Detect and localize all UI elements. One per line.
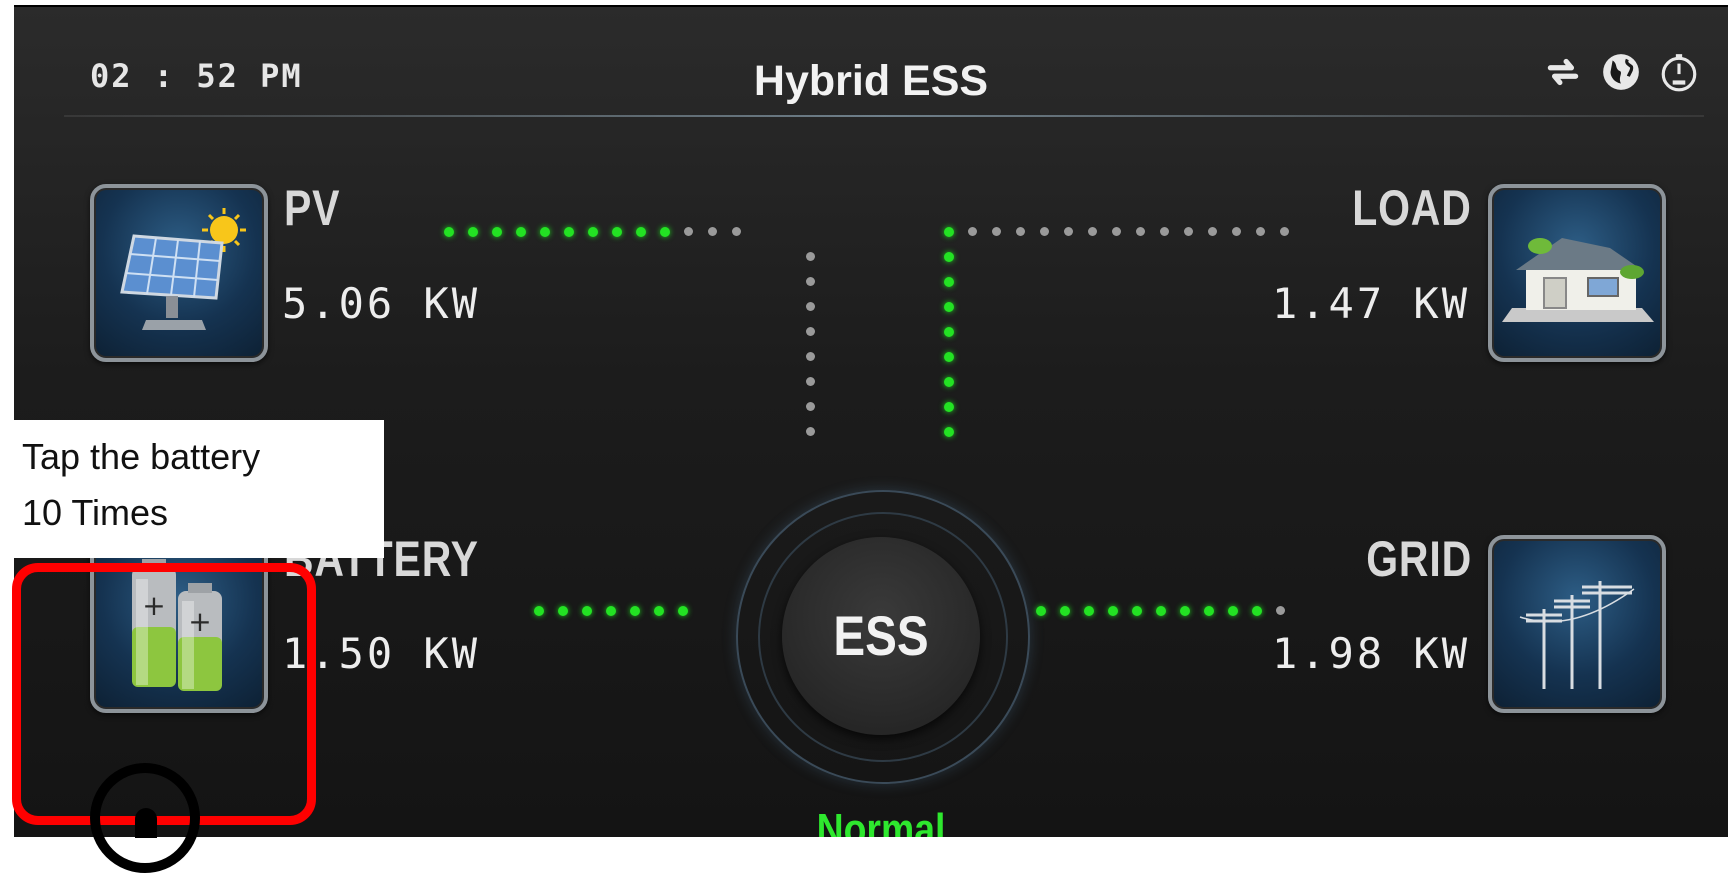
flow-dot: [1180, 606, 1190, 616]
instruction-line-1: Tap the battery: [22, 436, 261, 477]
pv-value: 5.06 KW: [282, 279, 481, 328]
solar-panel-icon: [120, 208, 246, 330]
flow-dot: [1088, 227, 1097, 236]
flow-dot: [1060, 606, 1070, 616]
flow-dot: [1112, 227, 1121, 236]
flow-dot: [1276, 606, 1285, 615]
load-label: LOAD: [1352, 180, 1472, 236]
flow-dot: [468, 227, 478, 237]
pv-label: PV: [284, 180, 341, 236]
flow-dot: [806, 427, 815, 436]
flow-dot: [944, 227, 954, 237]
flow-dot: [944, 402, 954, 412]
header-divider: [64, 115, 1704, 117]
tap-cursor-stem: [135, 808, 157, 838]
flow-dot: [684, 227, 693, 236]
flow-dot: [1040, 227, 1049, 236]
ess-label: ESS: [833, 604, 929, 667]
flow-dot: [1108, 606, 1118, 616]
flow-dot: [1156, 606, 1166, 616]
flow-dot: [1084, 606, 1094, 616]
flow-dot: [944, 427, 954, 437]
flow-dot: [1184, 227, 1193, 236]
flow-dot: [968, 227, 977, 236]
flow-dot: [582, 606, 592, 616]
flow-dot: [558, 606, 568, 616]
gauge-icon[interactable]: [1658, 51, 1700, 93]
flow-dot: [606, 606, 616, 616]
flow-dot: [588, 227, 598, 237]
flow-dot: [944, 352, 954, 362]
flow-dot: [1036, 606, 1046, 616]
flow-dot: [540, 227, 550, 237]
flow-dot: [492, 227, 502, 237]
flow-dot: [806, 352, 815, 361]
flow-dot: [678, 606, 688, 616]
flow-dot: [1160, 227, 1169, 236]
flow-dot: [1256, 227, 1265, 236]
flow-dot: [944, 377, 954, 387]
flow-dot: [564, 227, 574, 237]
load-value: 1.47 KW: [1271, 279, 1470, 328]
flow-dot: [806, 327, 815, 336]
flow-dot: [1252, 606, 1262, 616]
flow-dot: [806, 302, 815, 311]
flow-dot: [1136, 227, 1145, 236]
flow-dot: [444, 227, 454, 237]
flow-dot: [944, 277, 954, 287]
flow-dot: [944, 252, 954, 262]
flow-dot: [534, 606, 544, 616]
flow-dot: [660, 227, 670, 237]
flow-dot: [1228, 606, 1238, 616]
flow-dot: [1016, 227, 1025, 236]
flow-dot: [1064, 227, 1073, 236]
flow-dot: [806, 402, 815, 411]
instruction-line-2: 10 Times: [22, 492, 169, 533]
flow-dot: [806, 277, 815, 286]
flow-dot: [612, 227, 622, 237]
flow-dot: [1280, 227, 1289, 236]
flow-dot: [630, 606, 640, 616]
flow-dot: [732, 227, 741, 236]
flow-dot: [806, 377, 815, 386]
flow-dot: [944, 302, 954, 312]
flow-dot: [636, 227, 646, 237]
header-icons: [1542, 51, 1700, 93]
flow-dot: [516, 227, 526, 237]
instruction-callout: Tap the battery 10 Times: [0, 420, 384, 558]
pv-tile[interactable]: [90, 184, 268, 362]
grid-tile[interactable]: [1488, 535, 1666, 713]
grid-value: 1.98 KW: [1271, 629, 1470, 678]
house-icon: [1502, 238, 1654, 322]
status-text: Normal: [816, 805, 946, 837]
flow-dot: [654, 606, 664, 616]
flow-dot: [708, 227, 717, 236]
refresh-icon[interactable]: [1542, 51, 1584, 93]
page-title: Hybrid ESS: [753, 57, 989, 105]
load-tile[interactable]: [1488, 184, 1666, 362]
globe-icon[interactable]: [1600, 51, 1642, 93]
grid-label: GRID: [1366, 531, 1472, 587]
flow-dot: [1232, 227, 1241, 236]
flow-dot: [1208, 227, 1217, 236]
flow-dot: [806, 252, 815, 261]
flow-dot: [1204, 606, 1214, 616]
flow-dot: [944, 327, 954, 337]
power-pole-icon: [1519, 581, 1635, 689]
flow-dot: [992, 227, 1001, 236]
flow-dot: [1132, 606, 1142, 616]
